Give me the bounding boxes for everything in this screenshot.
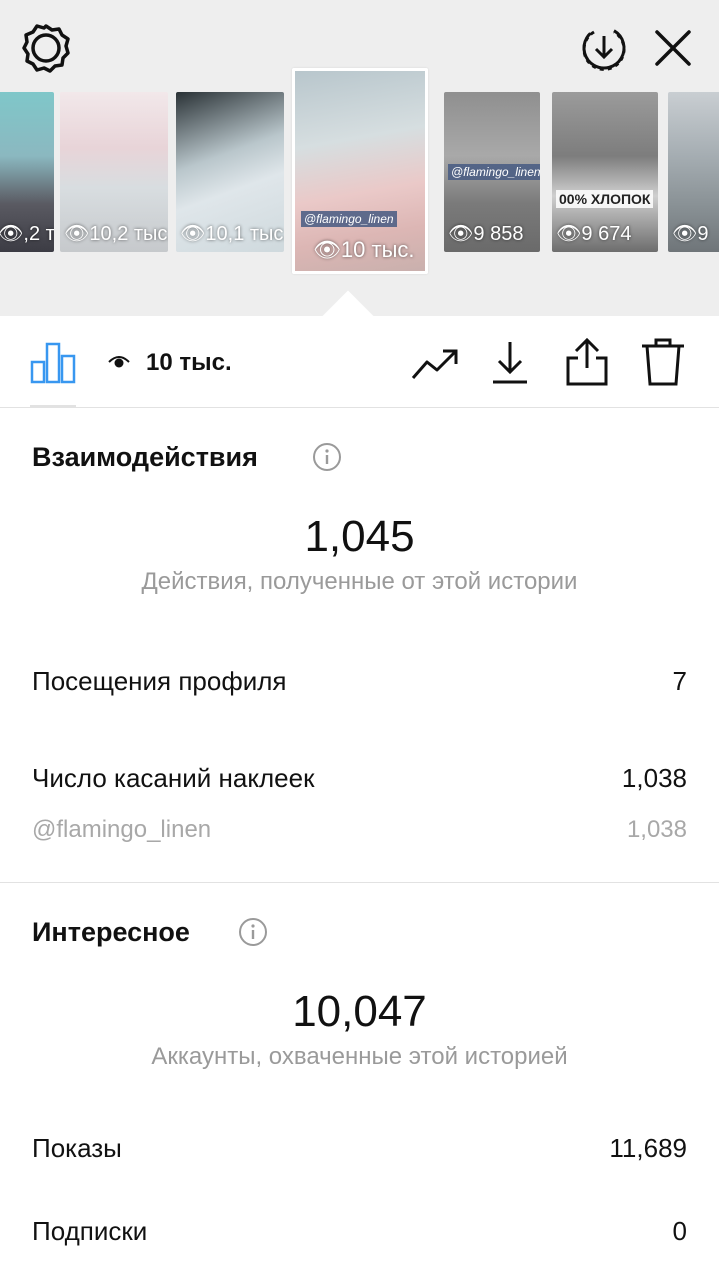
settings-button[interactable] — [20, 22, 72, 74]
thumbnail-views: 👁︎9 858 — [448, 223, 524, 245]
section-title: Взаимодействия — [32, 442, 258, 472]
row-label: Посещения профиля — [32, 666, 287, 696]
share-button[interactable] — [564, 336, 610, 388]
interactions-description: Действия, полученные от этой истории — [141, 568, 578, 595]
promote-button[interactable] — [410, 344, 460, 384]
story-thumbnail[interactable]: @flamingo_linen 👁︎9 858 — [444, 92, 540, 252]
row-value: 1,038 — [621, 763, 687, 793]
save-story-button[interactable] — [578, 22, 630, 74]
story-thumbnail[interactable]: 👁︎10,1 тыс. — [176, 92, 284, 252]
trending-up-icon — [411, 349, 458, 379]
insights-tab[interactable] — [30, 340, 76, 384]
info-icon[interactable] — [238, 917, 268, 947]
interactions-section: Взаимодействия 1,045 Действия, полученны… — [0, 408, 719, 882]
story-thumbnail-selected[interactable]: @flamingo_linen 👁︎10 тыс. — [292, 68, 428, 274]
story-carousel-area: 👁︎,2 тыс. 👁︎10,2 тыс. 👁︎10,1 тыс. @flami… — [0, 0, 719, 316]
interactions-total: 1,045 — [304, 512, 415, 561]
section-title: Интересное — [32, 917, 190, 947]
download-button[interactable] — [490, 338, 530, 388]
gear-icon — [22, 24, 70, 73]
thumbnail-views: 👁︎9 674 — [556, 223, 632, 245]
discovery-total: 10,047 — [292, 987, 427, 1036]
row-label: @flamingo_linen — [32, 816, 212, 843]
trash-icon — [642, 338, 684, 386]
story-thumbnail[interactable]: 👁︎10,2 тыс. — [60, 92, 168, 252]
info-icon[interactable] — [312, 442, 342, 472]
story-thumbnail[interactable]: 👁︎9 — [668, 92, 719, 252]
row-value: 7 — [672, 666, 687, 696]
story-thumbnail[interactable]: 00% ХЛОПОК 👁︎9 674 — [552, 92, 658, 252]
row-label: Число касаний наклеек — [32, 763, 315, 793]
delete-button[interactable] — [640, 336, 686, 388]
tab-underline — [30, 405, 76, 408]
bar-chart-icon — [30, 342, 76, 384]
close-icon — [655, 30, 691, 66]
row-value: 11,689 — [609, 1133, 687, 1163]
thumbnail-views: 👁︎10,1 тыс. — [180, 223, 284, 245]
thumbnail-caption: @flamingo_linen — [301, 211, 397, 227]
thumbnail-views: 👁︎9 — [672, 223, 709, 245]
row-label: Показы — [32, 1133, 122, 1163]
story-thumbnails: 👁︎,2 тыс. 👁︎10,2 тыс. 👁︎10,1 тыс. @flami… — [0, 68, 719, 282]
row-value: 0 — [672, 1216, 687, 1246]
close-button[interactable] — [650, 22, 696, 74]
thumbnail-caption: @flamingo_linen — [448, 164, 540, 180]
download-icon — [493, 342, 527, 384]
thumbnail-views: 👁︎,2 тыс. — [0, 223, 54, 245]
eye-icon — [108, 356, 130, 368]
discovery-description: Аккаунты, охваченные этой историей — [151, 1043, 568, 1070]
story-thumbnail[interactable]: 👁︎,2 тыс. — [0, 92, 54, 252]
share-icon — [566, 337, 608, 386]
download-circle-icon — [582, 26, 626, 71]
row-value: 1,038 — [626, 816, 687, 843]
insights-toolbar: 10 тыс. — [0, 316, 719, 408]
thumbnail-caption: 00% ХЛОПОК — [556, 190, 654, 208]
discovery-section: Интересное 10,047 Аккаунты, охваченные э… — [0, 883, 719, 1280]
row-label: Подписки — [32, 1216, 148, 1246]
thumbnail-views: 👁︎10 тыс. — [313, 237, 415, 262]
thumbnail-views: 👁︎10,2 тыс. — [64, 223, 168, 245]
views-count: 10 тыс. — [146, 349, 232, 376]
